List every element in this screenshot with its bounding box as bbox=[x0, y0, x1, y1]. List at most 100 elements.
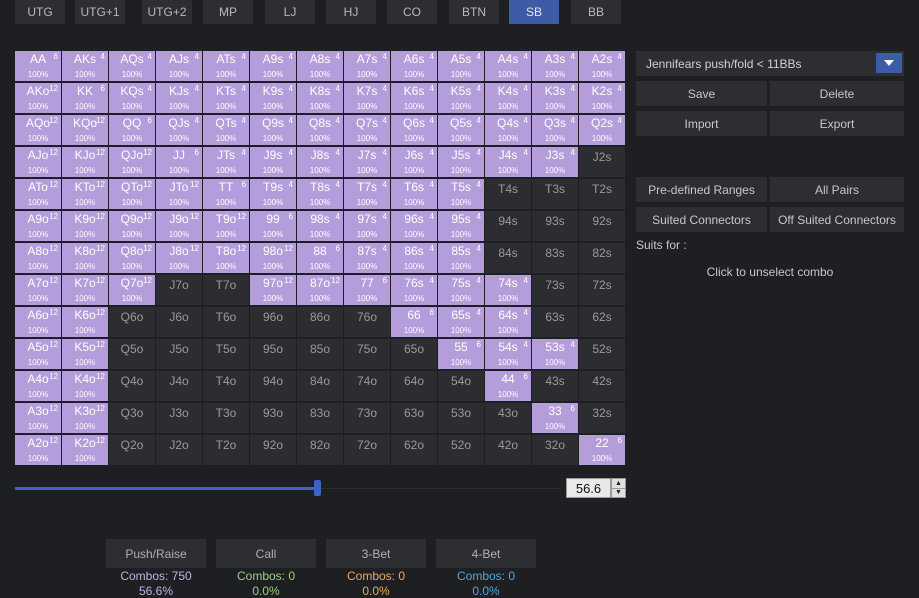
hand-cell[interactable]: 95s 4 100% bbox=[438, 211, 484, 241]
hand-cell[interactable]: 44 6 100% bbox=[485, 371, 531, 401]
hand-cell[interactable]: 77 6 100% bbox=[344, 275, 390, 305]
hand-cell[interactable]: J3o bbox=[156, 403, 202, 433]
range-percent-input[interactable]: 56.6 bbox=[566, 478, 611, 498]
hand-cell[interactable]: KTs 4 100% bbox=[203, 83, 249, 113]
hand-cell[interactable]: Q7o 12 100% bbox=[109, 275, 155, 305]
tab-mp[interactable]: MP bbox=[203, 0, 253, 24]
hand-cell[interactable]: 75s 4 100% bbox=[438, 275, 484, 305]
hand-cell[interactable]: J5s 4 100% bbox=[438, 147, 484, 177]
hand-cell[interactable]: K7s 4 100% bbox=[344, 83, 390, 113]
hand-cell[interactable]: T5o bbox=[203, 339, 249, 369]
hand-cell[interactable]: Q9s 4 100% bbox=[250, 115, 296, 145]
delete-button[interactable]: Delete bbox=[770, 81, 904, 106]
hand-cell[interactable]: QTo 12 100% bbox=[109, 179, 155, 209]
hand-cell[interactable]: J4s 4 100% bbox=[485, 147, 531, 177]
hand-cell[interactable]: J2s bbox=[579, 147, 625, 177]
hand-cell[interactable]: A5s 4 100% bbox=[438, 51, 484, 81]
push-raise-button[interactable]: Push/Raise bbox=[106, 539, 206, 568]
hand-cell[interactable]: 97s 4 100% bbox=[344, 211, 390, 241]
hand-cell[interactable]: J7o bbox=[156, 275, 202, 305]
hand-cell[interactable]: A3o 12 100% bbox=[15, 403, 61, 433]
hand-cell[interactable]: A4s 4 100% bbox=[485, 51, 531, 81]
hand-cell[interactable]: 95o bbox=[250, 339, 296, 369]
hand-cell[interactable]: T6o bbox=[203, 307, 249, 337]
hand-cell[interactable]: Q2o bbox=[109, 435, 155, 465]
export-button[interactable]: Export bbox=[770, 111, 904, 136]
hand-cell[interactable]: 64s 4 100% bbox=[485, 307, 531, 337]
hand-cell[interactable]: Q5s 4 100% bbox=[438, 115, 484, 145]
hand-cell[interactable]: J8s 4 100% bbox=[297, 147, 343, 177]
hand-cell[interactable]: 83s bbox=[532, 243, 578, 273]
hand-cell[interactable]: KQs 4 100% bbox=[109, 83, 155, 113]
hand-cell[interactable]: 32o bbox=[532, 435, 578, 465]
hand-cell[interactable]: 74s 4 100% bbox=[485, 275, 531, 305]
hand-cell[interactable]: A6s 4 100% bbox=[391, 51, 437, 81]
stepper-down-icon[interactable]: ▼ bbox=[612, 488, 625, 497]
hand-cell[interactable]: J6o bbox=[156, 307, 202, 337]
hand-cell[interactable]: A8s 4 100% bbox=[297, 51, 343, 81]
hand-cell[interactable]: A4o 12 100% bbox=[15, 371, 61, 401]
hand-cell[interactable]: 65o bbox=[391, 339, 437, 369]
hand-cell[interactable]: 86s 4 100% bbox=[391, 243, 437, 273]
hand-cell[interactable]: K8s 4 100% bbox=[297, 83, 343, 113]
hand-cell[interactable]: 32s bbox=[579, 403, 625, 433]
hand-cell[interactable]: 63o bbox=[391, 403, 437, 433]
hand-cell[interactable]: T5s 4 100% bbox=[438, 179, 484, 209]
hand-cell[interactable]: 62o bbox=[391, 435, 437, 465]
hand-cell[interactable]: A3s 4 100% bbox=[532, 51, 578, 81]
hand-cell[interactable]: T6s 4 100% bbox=[391, 179, 437, 209]
hand-cell[interactable]: QJs 4 100% bbox=[156, 115, 202, 145]
hand-cell[interactable]: 93s bbox=[532, 211, 578, 241]
tab-btn[interactable]: BTN bbox=[449, 0, 499, 24]
hand-cell[interactable]: Q2s 4 100% bbox=[579, 115, 625, 145]
hand-cell[interactable]: 92s bbox=[579, 211, 625, 241]
chevron-down-icon[interactable] bbox=[876, 53, 902, 73]
hand-cell[interactable]: K6o 12 100% bbox=[62, 307, 108, 337]
hand-cell[interactable]: KK 6 100% bbox=[62, 83, 108, 113]
save-button[interactable]: Save bbox=[636, 81, 767, 106]
hand-cell[interactable]: T7s 4 100% bbox=[344, 179, 390, 209]
hand-cell[interactable]: K5s 4 100% bbox=[438, 83, 484, 113]
tab-bb[interactable]: BB bbox=[571, 0, 621, 24]
hand-cell[interactable]: 73o bbox=[344, 403, 390, 433]
hand-cell[interactable]: 86o bbox=[297, 307, 343, 337]
hand-cell[interactable]: ATs 4 100% bbox=[203, 51, 249, 81]
suited-connectors-button[interactable]: Suited Connectors bbox=[636, 207, 767, 232]
hand-cell[interactable]: 43s bbox=[532, 371, 578, 401]
hand-cell[interactable]: 64o bbox=[391, 371, 437, 401]
hand-cell[interactable]: Q8o 12 100% bbox=[109, 243, 155, 273]
hand-cell[interactable]: 96o bbox=[250, 307, 296, 337]
hand-cell[interactable]: A2s 4 100% bbox=[579, 51, 625, 81]
hand-cell[interactable]: KTo 12 100% bbox=[62, 179, 108, 209]
hand-cell[interactable]: AKs 4 100% bbox=[62, 51, 108, 81]
hand-cell[interactable]: 96s 4 100% bbox=[391, 211, 437, 241]
hand-cell[interactable]: Q4s 4 100% bbox=[485, 115, 531, 145]
hand-cell[interactable]: 87o 12 100% bbox=[297, 275, 343, 305]
hand-cell[interactable]: A5o 12 100% bbox=[15, 339, 61, 369]
hand-cell[interactable]: 62s bbox=[579, 307, 625, 337]
hand-cell[interactable]: J4o bbox=[156, 371, 202, 401]
hand-cell[interactable]: 55 6 100% bbox=[438, 339, 484, 369]
tab-sb[interactable]: SB bbox=[509, 0, 559, 24]
hand-cell[interactable]: 94o bbox=[250, 371, 296, 401]
hand-cell[interactable]: Q6o bbox=[109, 307, 155, 337]
hand-cell[interactable]: T8o 12 100% bbox=[203, 243, 249, 273]
hand-cell[interactable]: 42s bbox=[579, 371, 625, 401]
predefined-ranges-button[interactable]: Pre-defined Ranges bbox=[636, 177, 767, 202]
tab-co[interactable]: CO bbox=[387, 0, 437, 24]
hand-cell[interactable]: K4s 4 100% bbox=[485, 83, 531, 113]
hand-cell[interactable]: Q9o 12 100% bbox=[109, 211, 155, 241]
hand-cell[interactable]: KJs 4 100% bbox=[156, 83, 202, 113]
hand-cell[interactable]: 76s 4 100% bbox=[391, 275, 437, 305]
hand-cell[interactable]: ATo 12 100% bbox=[15, 179, 61, 209]
hand-cell[interactable]: T4o bbox=[203, 371, 249, 401]
off-suited-connectors-button[interactable]: Off Suited Connectors bbox=[770, 207, 904, 232]
hand-cell[interactable]: Q5o bbox=[109, 339, 155, 369]
hand-cell[interactable]: 72s bbox=[579, 275, 625, 305]
hand-cell[interactable]: 98o 12 100% bbox=[250, 243, 296, 273]
hand-cell[interactable]: 33 6 100% bbox=[532, 403, 578, 433]
hand-cell[interactable]: K9s 4 100% bbox=[250, 83, 296, 113]
hand-cell[interactable]: 97o 12 100% bbox=[250, 275, 296, 305]
hand-cell[interactable]: K7o 12 100% bbox=[62, 275, 108, 305]
hand-cell[interactable]: 82o bbox=[297, 435, 343, 465]
